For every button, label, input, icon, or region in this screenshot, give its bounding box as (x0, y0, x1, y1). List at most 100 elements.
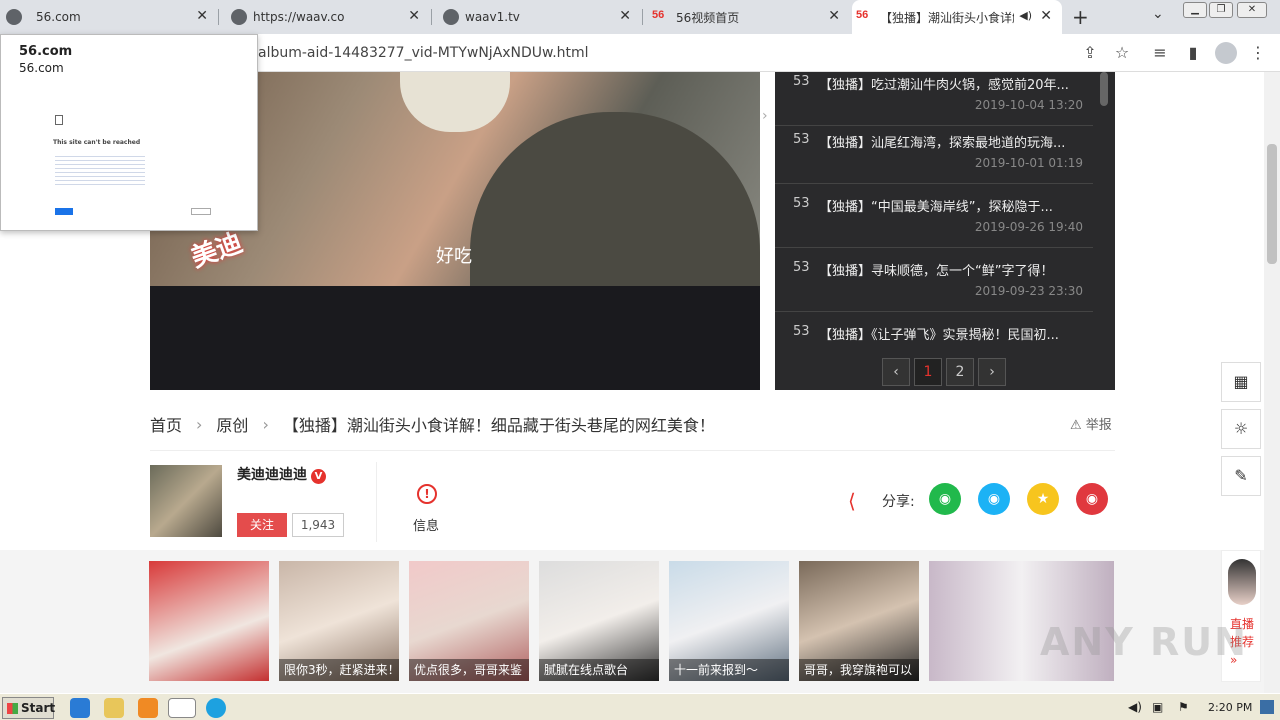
close-window-button[interactable]: ✕ (1237, 2, 1267, 18)
prev-page-button[interactable]: ‹ (882, 358, 910, 386)
playlist-item[interactable]: 53 【独播】汕尾红海湾，探索最地道的玩海... 2019-10-01 01:1… (775, 120, 1093, 184)
speaker-icon[interactable]: ◀) (1019, 9, 1032, 22)
edge-icon[interactable] (206, 698, 226, 718)
windows-flag-icon (7, 703, 18, 714)
close-icon[interactable]: ✕ (408, 8, 420, 24)
next-page-button[interactable]: › (978, 358, 1006, 386)
weibo-share-icon[interactable]: ◉ (1076, 483, 1108, 515)
scrollbar-thumb[interactable] (1267, 144, 1277, 264)
edit-feedback-icon[interactable]: ✎ (1221, 456, 1261, 496)
url-text[interactable]: album-aid-14483277_vid-MTYwNjAxNDUw.html (258, 45, 589, 61)
ie-icon[interactable] (70, 698, 90, 718)
playlist-item-title: 【独播】寻味顺德，怎一个“鲜”字了得！ (819, 264, 1054, 279)
breadcrumb: 首页 › 原创 › 【独播】潮汕街头小食详解！细品藏于街头巷尾的网红美食！ (150, 412, 715, 436)
minimize-button[interactable]: ▁ (1183, 2, 1207, 18)
restore-button[interactable]: ❐ (1209, 2, 1233, 18)
page-2-button[interactable]: 2 (946, 358, 974, 386)
show-desktop-icon[interactable] (1260, 700, 1274, 714)
playlist-item-title: 【独播】《让子弹飞》实景揭秘！民国初... (819, 328, 1059, 343)
lightbulb-icon[interactable]: ☼ (1221, 409, 1261, 449)
flag-tray-icon[interactable]: ⚑ (1178, 700, 1189, 714)
recommend-thumb[interactable]: 优点很多，哥哥来鉴 (409, 561, 529, 681)
media-control-icon[interactable]: ≡ (1150, 43, 1170, 63)
playlist-item-title: 【独播】汕尾红海湾，探索最地道的玩海... (819, 136, 1066, 151)
verified-badge-icon: V (311, 469, 326, 484)
globe-icon (443, 9, 459, 25)
playlist-item-title: 【独播】吃过潮汕牛肉火锅，感觉前20年... (819, 78, 1069, 93)
warning-icon: ⚠ (1070, 418, 1086, 433)
tab-4[interactable]: 56 56视频首页 ✕ (648, 0, 850, 34)
recommend-thumb[interactable]: 哥哥，我穿旗袍可以 (799, 561, 919, 681)
tab-separator (642, 9, 643, 25)
start-button[interactable]: Start (2, 697, 56, 719)
tab-title: 56.com (36, 10, 81, 24)
close-icon[interactable]: ✕ (619, 8, 631, 24)
playlist-item[interactable]: 53 【独播】“中国最美海岸线”，探秘隐于... 2019-09-26 19:4… (775, 184, 1093, 248)
recommend-thumb[interactable]: 十一前来报到～ (669, 561, 789, 681)
thumb-caption: 优点很多，哥哥来鉴 (409, 659, 529, 681)
tab-5-active[interactable]: 56 【独播】潮汕街头小食详解 ◀) ✕ (852, 0, 1062, 34)
playlist-item-num: 53 (793, 324, 810, 339)
profile-avatar-icon[interactable] (1215, 42, 1237, 64)
uploader-avatar[interactable] (150, 465, 222, 537)
qzone-share-icon[interactable]: ★ (1027, 483, 1059, 515)
recommend-thumb[interactable]: 限你3秒，赶紧进来！ (279, 561, 399, 681)
chrome-icon[interactable] (168, 698, 196, 718)
recommend-thumb[interactable]: 腻腻在线点歌台 (539, 561, 659, 681)
playlist-item[interactable]: 53 【独播】吃过潮汕牛肉火锅，感觉前20年... 2019-10-04 13:… (775, 72, 1093, 126)
network-icon[interactable]: ▣ (1152, 700, 1163, 714)
playlist-item-title: 【独播】“中国最美海岸线”，探秘隐于... (819, 200, 1053, 215)
breadcrumb-home[interactable]: 首页 (150, 412, 182, 436)
menu-kebab-icon[interactable]: ⋮ (1248, 43, 1268, 63)
tab-title: waav1.tv (465, 10, 520, 24)
tab-hover-card: 56.com 56.com This site can't be reached (0, 34, 258, 231)
start-label: Start (21, 701, 56, 715)
info-label[interactable]: 信息 (413, 515, 439, 534)
playlist-item[interactable]: 53 【独播】《让子弹飞》实景揭秘！民国初... (775, 312, 1093, 350)
collapse-playlist-icon[interactable]: › (762, 108, 768, 124)
report-label: 举报 (1085, 418, 1112, 433)
playlist-item[interactable]: 53 【独播】寻味顺德，怎一个“鲜”字了得！ 2019-09-23 23:30 (775, 248, 1093, 312)
playlist-item-date: 2019-09-26 19:40 (974, 220, 1083, 234)
info-icon[interactable]: ! (417, 484, 437, 504)
new-tab-button[interactable]: + (1072, 5, 1089, 29)
food-in-hand (400, 72, 510, 132)
playlist-item-num: 53 (793, 74, 810, 89)
side-panel-icon[interactable]: ▮ (1183, 43, 1203, 63)
hover-card-title: 56.com (19, 44, 73, 59)
page-scrollbar[interactable] (1264, 72, 1280, 693)
close-icon[interactable]: ✕ (196, 8, 208, 24)
playlist-item-date: 2019-10-04 13:20 (974, 98, 1083, 112)
playlist-item-num: 53 (793, 132, 810, 147)
share-label: 分享: (882, 494, 915, 510)
close-icon[interactable]: ✕ (1040, 8, 1052, 24)
tab-search-chevron-icon[interactable]: ⌄ (1152, 6, 1164, 22)
qq-share-icon[interactable]: ◉ (978, 483, 1010, 515)
globe-icon (231, 9, 247, 25)
tab-separator (431, 9, 432, 25)
tab-1[interactable]: 56.com ✕ (0, 0, 218, 34)
thumb-caption: 腻腻在线点歌台 (539, 659, 659, 681)
close-icon[interactable]: ✕ (828, 8, 840, 24)
media-player-icon[interactable] (138, 698, 158, 718)
preview-error-title: This site can't be reached (53, 139, 141, 146)
video-subtitle: 好吃 (436, 246, 472, 267)
report-link[interactable]: ⚠ 举报 (1070, 414, 1112, 433)
playlist-scrollbar[interactable] (1100, 72, 1108, 106)
qr-code-icon[interactable]: ▦ (1221, 362, 1261, 402)
breadcrumb-section[interactable]: 原创 (216, 412, 248, 436)
bookmark-star-icon[interactable]: ☆ (1112, 43, 1132, 63)
recommend-thumb[interactable] (149, 561, 269, 681)
share-page-icon[interactable]: ⇪ (1080, 43, 1100, 63)
wechat-share-icon[interactable]: ◉ (929, 483, 961, 515)
folder-icon[interactable] (104, 698, 124, 718)
volume-icon[interactable]: ◀) (1128, 700, 1142, 714)
follow-button[interactable]: 关注 (237, 513, 287, 537)
page-1-button[interactable]: 1 (914, 358, 942, 386)
tab-strip: 56.com ✕ https://waav.co ✕ waav1.tv ✕ 56… (0, 0, 1280, 34)
tab-3[interactable]: waav1.tv ✕ (437, 0, 641, 34)
uploader-name-row[interactable]: 美迪迪迪迪 V (237, 464, 326, 484)
tab-2[interactable]: https://waav.co ✕ (225, 0, 430, 34)
thumb-caption: 十一前来报到～ (669, 659, 789, 681)
thumb-caption: 哥哥，我穿旗袍可以 (799, 659, 919, 681)
